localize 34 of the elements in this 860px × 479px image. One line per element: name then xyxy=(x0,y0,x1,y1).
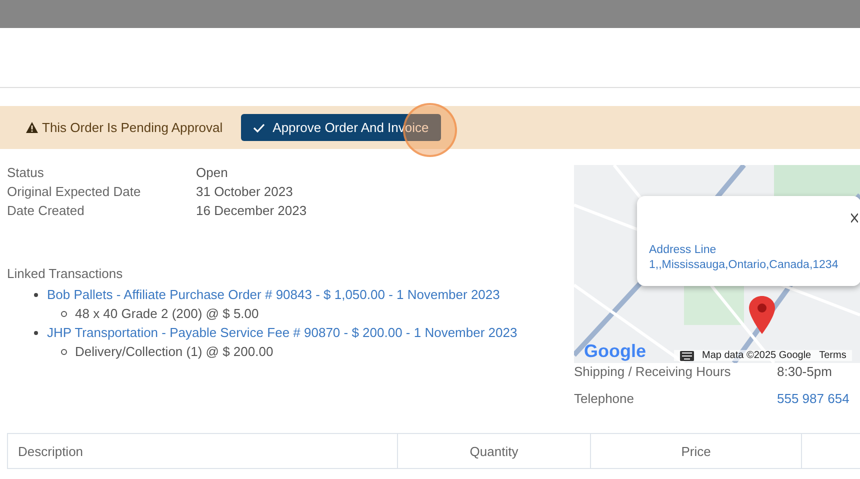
warning-icon xyxy=(26,122,38,133)
column-header: Price xyxy=(591,434,802,468)
field-value: 8:30-5pm xyxy=(777,364,833,380)
phone-link[interactable]: 555 987 654 xyxy=(777,391,860,407)
keyboard-icon[interactable] xyxy=(680,350,694,360)
field-value: Open xyxy=(196,165,229,181)
section-title: Linked Transactions xyxy=(7,266,124,282)
map-logo: Google xyxy=(584,341,646,362)
transaction-link[interactable]: Bob Pallets - Affiliate Purchase Order # 90843 - $ 1,050.00 - 1 November 2023 xyxy=(47,285,527,304)
line-item-text: 48 x 40 Grade 2 (200) @ $ 5.00 xyxy=(75,305,259,323)
checkmark-icon xyxy=(252,122,265,132)
column-header: Description xyxy=(8,434,398,468)
bullet-icon xyxy=(61,310,67,316)
line-item-text: Delivery/Collection (1) @ $ 200.00 xyxy=(75,343,274,361)
field-label: Date Created xyxy=(7,203,86,219)
field-label: Status xyxy=(7,165,45,181)
address-link[interactable]: Address Line xyxy=(649,243,716,258)
map-pin-icon xyxy=(749,296,775,334)
field-label: Shipping / Receiving Hours xyxy=(574,364,732,380)
field-label: Telephone xyxy=(574,391,635,407)
close-icon[interactable] xyxy=(851,213,858,223)
bullet-icon xyxy=(34,293,38,297)
field-value: 31 October 2023 xyxy=(196,184,294,200)
field-value: 16 December 2023 xyxy=(196,203,308,219)
address-link[interactable]: 1,,Mississauga,Ontario,Canada,1234 xyxy=(649,258,838,273)
pending-message: This Order Is Pending Approval xyxy=(42,120,223,135)
bullet-icon xyxy=(34,331,38,335)
terms-link[interactable]: Terms xyxy=(819,350,846,361)
transaction-link[interactable]: JHP Transportation - Payable Service Fee # 90870 - $ 200.00 - 1 November 2023 xyxy=(47,323,527,342)
map-attribution: Map data ©2025 Google xyxy=(702,350,812,361)
map-view[interactable]: Address Line 1,,Mississauga,Ontario,Canada,1234 Google Map data ©2025 Google Terms xyxy=(574,165,860,363)
bullet-icon xyxy=(61,348,67,354)
field-label: Original Expected Date xyxy=(7,184,142,200)
column-header: Quantity xyxy=(398,434,591,468)
